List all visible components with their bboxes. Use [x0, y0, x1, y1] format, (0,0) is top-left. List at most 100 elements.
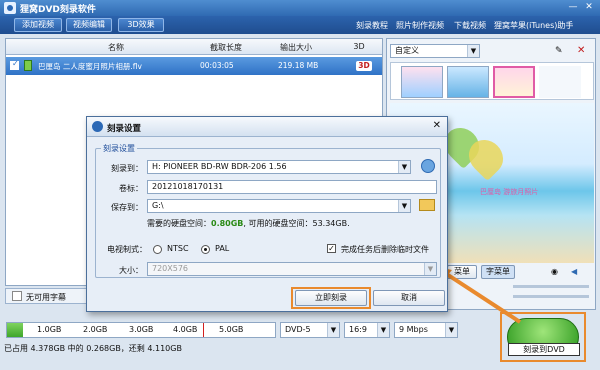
group-title: 刻录设置 — [101, 143, 137, 154]
volume-label-input[interactable]: 20121018170131 — [147, 180, 437, 194]
disc-type-select[interactable]: DVD-5 ▼ — [280, 322, 340, 338]
space-info-prefix: 需要的硬盘空间： — [147, 219, 211, 228]
template-thumb[interactable] — [447, 66, 489, 98]
menu-tab[interactable]: 菜单 — [447, 265, 477, 279]
chevron-down-icon: ▼ — [445, 323, 457, 337]
chevron-down-icon: ▼ — [398, 161, 410, 173]
bitrate-value: 9 Mbps — [399, 325, 428, 334]
chevron-down-icon: ▼ — [398, 200, 410, 212]
delete-temp-label: 完成任务后删除临时文件 — [341, 245, 429, 254]
burn-settings-dialog: 刻录设置 ✕ 刻录设置 刻录到： H: PIONEER BD-RW BDR-20… — [86, 116, 448, 312]
dialog-close-button[interactable]: ✕ — [433, 120, 441, 131]
disc-type-value: DVD-5 — [285, 325, 311, 334]
minimize-button[interactable]: — — [566, 1, 580, 13]
volume-icon[interactable]: ◀ — [571, 267, 577, 276]
app-logo-icon — [4, 2, 16, 14]
volume-label-value: 20121018170131 — [152, 182, 224, 191]
add-video-button[interactable]: 添加视频 — [14, 18, 62, 32]
preview-caption: 巴厘岛 游旅月照片 — [480, 188, 539, 196]
burn-to-dvd-button[interactable]: 刻录到DVD — [507, 318, 580, 356]
save-to-label: 保存到： — [111, 203, 143, 212]
burn-to-dvd-label: 刻录到DVD — [508, 343, 580, 356]
col-size[interactable]: 输出大小 — [266, 42, 326, 53]
folder-icon[interactable] — [419, 199, 435, 211]
size-label: 大小： — [119, 266, 143, 275]
space-required: 0.80GB — [211, 219, 244, 228]
volume-label: 卷标： — [119, 184, 143, 193]
burn-now-button[interactable]: 立即刻录 — [295, 290, 367, 306]
pal-radio[interactable] — [201, 245, 210, 254]
template-select-value: 自定义 — [395, 46, 419, 55]
tv-system-label: 电视制式： — [107, 245, 147, 254]
burn-drive-select[interactable]: H: PIONEER BD-RW BDR-206 1.56 ▼ — [147, 160, 411, 174]
close-button[interactable]: ✕ — [582, 1, 596, 13]
dialog-app-icon — [92, 121, 103, 132]
bitrate-select[interactable]: 9 Mbps ▼ — [394, 322, 458, 338]
template-select[interactable]: 自定义 ▼ — [390, 44, 480, 58]
template-empty-slot — [539, 66, 581, 98]
save-path-select[interactable]: G:\ ▼ — [147, 199, 411, 213]
burn-drive-value: H: PIONEER BD-RW BDR-206 1.56 — [152, 162, 287, 171]
chevron-down-icon: ▼ — [424, 263, 436, 275]
col-length[interactable]: 截取长度 — [196, 42, 256, 53]
chevron-down-icon: ▼ — [467, 45, 479, 57]
subtitle-select[interactable]: 无可用字幕 — [26, 292, 66, 303]
capacity-limit-line — [203, 323, 204, 337]
main-toolbar: 添加视频 视频编辑 3D效果 刻录教程 照片制作视频 下载视频 狸窝苹果(iTu… — [0, 16, 600, 34]
template-thumb[interactable] — [401, 66, 443, 98]
aspect-value: 16:9 — [349, 325, 367, 334]
row-name: 巴厘岛 二人度蜜月照片相册.flv — [38, 62, 142, 71]
app-title: 狸窝DVD刻录软件 — [20, 5, 96, 15]
tick-label: 5.0GB — [219, 325, 244, 334]
list-header: 名称 截取长度 输出大小 3D — [6, 39, 382, 55]
row-3d-badge[interactable]: 3D — [356, 61, 372, 71]
template-thumbnails — [390, 62, 594, 100]
space-available: , 可用的硬盘空间：53.34GB. — [243, 219, 350, 228]
video-edit-button[interactable]: 视频编辑 — [66, 18, 112, 32]
ntsc-radio[interactable] — [153, 245, 162, 254]
burn-highlight: 刻录到DVD — [500, 312, 586, 362]
template-thumb-selected[interactable] — [493, 66, 535, 98]
capacity-bar: 1.0GB 2.0GB 3.0GB 4.0GB 5.0GB — [6, 322, 276, 338]
chevron-down-icon: ▼ — [327, 323, 339, 337]
3d-effect-button[interactable]: 3D效果 — [118, 18, 164, 32]
size-select[interactable]: 720X576 ▼ — [147, 262, 437, 276]
pal-label: PAL — [215, 244, 230, 253]
photo-video-link[interactable]: 照片制作视频 — [396, 20, 444, 31]
burn-to-label: 刻录到： — [111, 164, 143, 173]
space-info: 需要的硬盘空间：0.80GB, 可用的硬盘空间：53.34GB. — [147, 218, 350, 229]
tick-label: 3.0GB — [129, 325, 154, 334]
tick-label: 4.0GB — [173, 325, 198, 334]
capacity-fill — [7, 323, 24, 337]
app-window: 狸窝DVD刻录软件 — ✕ 添加视频 视频编辑 3D效果 刻录教程 照片制作视频… — [0, 0, 600, 370]
save-path-value: G:\ — [152, 201, 164, 210]
row-size: 219.18 MB — [278, 61, 319, 70]
capacity-status: 已占用 4.378GB 中的 0.268GB，还剩 4.110GB — [4, 344, 182, 353]
edit-template-icon[interactable]: ✎ — [555, 46, 563, 56]
tick-label: 2.0GB — [83, 325, 108, 334]
size-value: 720X576 — [152, 264, 189, 273]
download-video-link[interactable]: 下载视频 — [454, 20, 486, 31]
chevron-down-icon: ▼ — [377, 323, 389, 337]
cancel-button[interactable]: 取消 — [373, 290, 445, 306]
ntsc-label: NTSC — [167, 244, 189, 253]
row-length: 00:03:05 — [200, 61, 234, 70]
seek-slider[interactable] — [513, 295, 589, 298]
col-name[interactable]: 名称 — [86, 42, 146, 53]
tick-label: 1.0GB — [37, 325, 62, 334]
itunes-helper-link[interactable]: 狸窝苹果(iTunes)助手 — [494, 20, 573, 31]
volume-slider[interactable] — [513, 285, 589, 288]
delete-template-icon[interactable]: ✕ — [577, 45, 585, 56]
refresh-drive-icon[interactable] — [421, 159, 435, 173]
row-checkbox[interactable] — [10, 59, 19, 70]
table-row[interactable]: 巴厘岛 二人度蜜月照片相册.flv 00:03:05 219.18 MB 3D — [6, 57, 382, 75]
submenu-tab[interactable]: 字菜单 — [481, 265, 515, 279]
dialog-title: 刻录设置 — [107, 124, 142, 134]
col-3d[interactable]: 3D — [344, 42, 374, 51]
subtitle-icon — [12, 291, 22, 301]
delete-temp-checkbox[interactable]: ✓ — [327, 244, 336, 253]
video-file-icon — [24, 60, 32, 71]
camera-icon[interactable]: ◉ — [551, 267, 558, 276]
burn-tutorial-link[interactable]: 刻录教程 — [356, 20, 388, 31]
aspect-select[interactable]: 16:9 ▼ — [344, 322, 390, 338]
